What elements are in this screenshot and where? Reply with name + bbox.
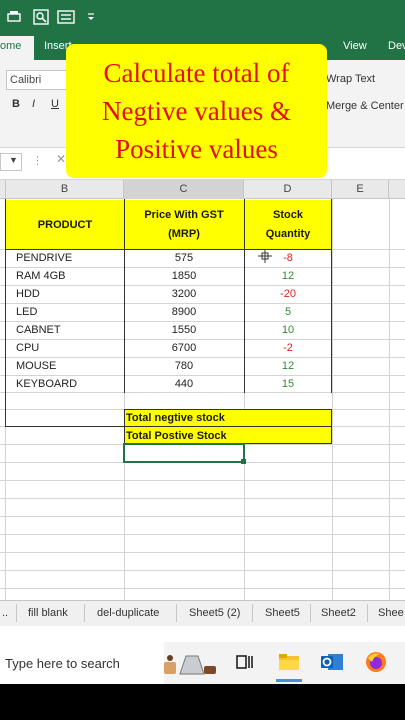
wrap-text-button[interactable]: Wrap Text xyxy=(326,73,375,85)
table-row-price[interactable]: 440 xyxy=(124,378,244,390)
customize-toolbar-icon[interactable] xyxy=(86,9,96,25)
sheet-tab-del-duplicate[interactable]: del-duplicate xyxy=(97,607,159,619)
move-cursor-icon xyxy=(258,249,272,263)
quick-access-toolbar xyxy=(0,0,405,36)
print-preview-icon[interactable] xyxy=(33,9,49,25)
table-row-product[interactable]: KEYBOARD xyxy=(16,378,77,390)
table-row-stock[interactable]: 5 xyxy=(244,306,332,318)
header-price-line1: Price With GST xyxy=(144,209,224,221)
table-row-stock[interactable]: 12 xyxy=(244,270,332,282)
sheet-tab-fill-blank[interactable]: fill blank xyxy=(28,607,68,619)
bold-button[interactable]: B xyxy=(12,98,20,110)
column-header-d[interactable]: D xyxy=(244,180,332,199)
column-headers: B C D E xyxy=(0,180,405,199)
header-stock-line2: Quantity xyxy=(265,228,311,240)
print-icon[interactable] xyxy=(6,9,22,25)
formula-bar-dots: ⋮ xyxy=(32,155,43,167)
total-negative-label[interactable]: Total negtive stock xyxy=(126,412,225,424)
sheet-tab-sheet5-2[interactable]: Sheet5 (2) xyxy=(189,607,240,619)
merge-center-button[interactable]: Merge & Center xyxy=(326,100,404,112)
column-header-c[interactable]: C xyxy=(124,180,244,199)
table-row-product[interactable]: MOUSE xyxy=(16,360,56,372)
form-icon[interactable] xyxy=(57,9,75,25)
bottom-bar xyxy=(0,684,405,720)
file-explorer-icon[interactable] xyxy=(278,652,300,672)
table-row-stock[interactable]: -2 xyxy=(244,342,332,354)
sheet-tab-sheet-partial[interactable]: Shee xyxy=(378,607,404,619)
callout-line-3: Positive values xyxy=(115,134,278,164)
sheet-tabs: .. fill blank del-duplicate Sheet5 (2) S… xyxy=(0,600,405,626)
table-row-stock[interactable]: 10 xyxy=(244,324,332,336)
sheet-tab-sheet2[interactable]: Sheet2 xyxy=(321,607,356,619)
column-header-e[interactable]: E xyxy=(332,180,389,199)
tab-developer[interactable]: Dev xyxy=(388,40,405,52)
active-app-indicator xyxy=(276,679,302,682)
selected-cell[interactable] xyxy=(123,443,245,463)
table-row-price[interactable]: 575 xyxy=(124,252,244,264)
table-row-product[interactable]: LED xyxy=(16,306,37,318)
table-row-product[interactable]: RAM 4GB xyxy=(16,270,66,282)
table-row-product[interactable]: HDD xyxy=(16,288,40,300)
fill-handle[interactable] xyxy=(241,459,246,464)
header-stock-line1: Stock xyxy=(273,209,303,221)
table-row-product[interactable]: CABNET xyxy=(16,324,61,336)
task-view-icon[interactable] xyxy=(236,653,254,671)
font-name-box[interactable]: Calibri xyxy=(6,70,72,90)
table-row-stock[interactable]: 15 xyxy=(244,378,332,390)
sheet-tab-more[interactable]: .. xyxy=(2,607,8,619)
search-placeholder[interactable]: Type here to search xyxy=(5,656,120,671)
total-positive-label[interactable]: Total Postive Stock xyxy=(126,430,227,442)
table-row-price[interactable]: 1550 xyxy=(124,324,244,336)
chevron-down-icon[interactable]: ▼ xyxy=(9,155,18,165)
table-row-stock[interactable]: 12 xyxy=(244,360,332,372)
table-row-product[interactable]: CPU xyxy=(16,342,39,354)
firefox-icon[interactable] xyxy=(364,650,388,674)
header-product: PRODUCT xyxy=(37,219,93,231)
tab-view[interactable]: View xyxy=(343,40,367,52)
callout-line-2: Negtive values & xyxy=(102,96,291,126)
table-row-product[interactable]: PENDRIVE xyxy=(16,252,72,264)
tab-home[interactable]: ome xyxy=(0,36,34,60)
table-row-stock[interactable]: -20 xyxy=(244,288,332,300)
sheet-tab-sheet5[interactable]: Sheet5 xyxy=(265,607,300,619)
header-price-line2: (MRP) xyxy=(168,228,200,240)
table-row-price[interactable]: 780 xyxy=(124,360,244,372)
callout-line-1: Calculate total of xyxy=(103,58,290,88)
outlook-icon[interactable] xyxy=(320,651,344,673)
table-row-price[interactable]: 8900 xyxy=(124,306,244,318)
table-row-price[interactable]: 1850 xyxy=(124,270,244,282)
underline-button[interactable]: U xyxy=(51,98,59,110)
table-row-price[interactable]: 6700 xyxy=(124,342,244,354)
title-callout: Calculate total of Negtive values & Posi… xyxy=(66,44,327,178)
table-row-price[interactable]: 3200 xyxy=(124,288,244,300)
italic-button[interactable]: I xyxy=(32,98,35,110)
coffee-kettle-icon[interactable] xyxy=(160,648,220,678)
status-bar xyxy=(0,626,405,642)
column-header-b[interactable]: B xyxy=(6,180,124,199)
